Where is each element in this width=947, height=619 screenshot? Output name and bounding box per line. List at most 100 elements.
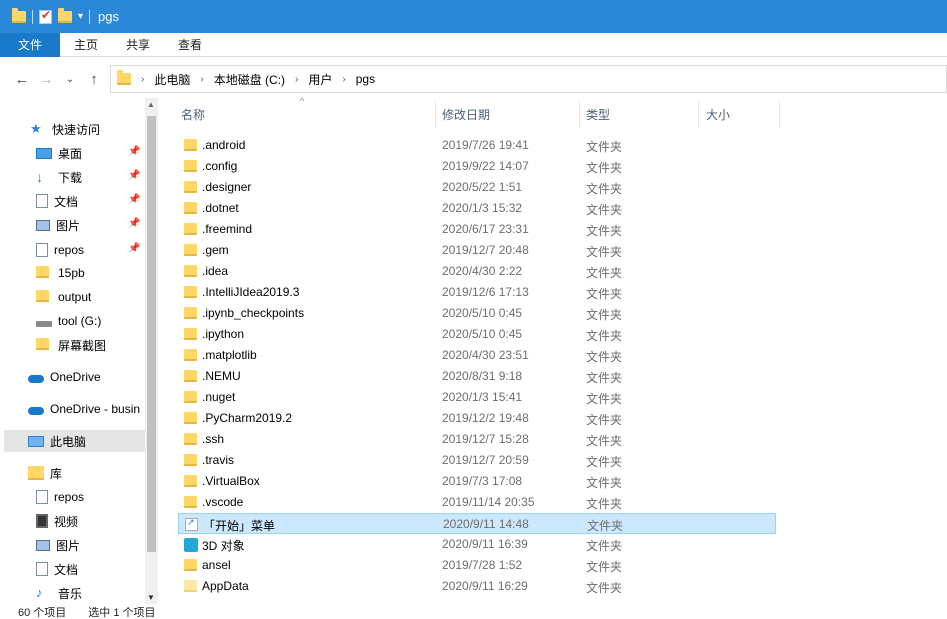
column-header-type[interactable]: 类型 xyxy=(586,101,610,129)
address-bar[interactable]: › 此电脑 › 本地磁盘 (C:) › 用户 › pgs xyxy=(110,65,947,93)
breadcrumb-this-pc[interactable]: 此电脑 xyxy=(154,71,190,88)
sidebar-item-lib-pictures[interactable]: 图片 xyxy=(36,534,158,556)
window-title: pgs xyxy=(98,9,119,24)
file-type: 文件夹 xyxy=(586,413,623,427)
sidebar-item-onedrive-business[interactable]: OneDrive - busin xyxy=(28,398,145,420)
tab-home[interactable]: 主页 xyxy=(60,33,112,57)
sidebar-item-repos[interactable]: repos 📌 xyxy=(36,239,158,261)
file-row[interactable]: .gem 2019/12/7 20:48 文件夹 xyxy=(178,240,776,261)
file-name: 3D 对象 xyxy=(202,539,245,553)
sidebar-scrollbar[interactable]: ▲ ▼ xyxy=(145,98,158,604)
file-row[interactable]: ansel 2019/7/28 1:52 文件夹 xyxy=(178,555,776,576)
file-modified-date: 2019/7/26 19:41 xyxy=(442,138,529,152)
file-modified-date: 2019/9/22 14:07 xyxy=(442,159,529,173)
file-modified-date: 2020/9/11 14:48 xyxy=(443,517,529,531)
sidebar-item-music[interactable]: ♪ 音乐 xyxy=(36,582,158,604)
scroll-up-arrow-icon[interactable]: ▲ xyxy=(147,100,155,109)
file-row[interactable]: .android 2019/7/26 19:41 文件夹 xyxy=(178,135,776,156)
sidebar-item-tool-drive[interactable]: tool (G:) xyxy=(36,310,158,332)
sidebar-item-lib-documents[interactable]: 文档 xyxy=(36,558,158,580)
file-type: 文件夹 xyxy=(586,434,623,448)
file-list: .android 2019/7/26 19:41 文件夹 .config 2019/9/… xyxy=(178,135,947,605)
sidebar-item-desktop[interactable]: 桌面 📌 xyxy=(36,142,158,164)
sidebar-item-15pb[interactable]: 15pb xyxy=(36,262,158,284)
new-folder-icon[interactable] xyxy=(58,7,72,23)
chevron-right-icon[interactable]: › xyxy=(342,74,345,85)
file-row[interactable]: .NEMU 2020/8/31 9:18 文件夹 xyxy=(178,366,776,387)
column-divider[interactable] xyxy=(435,101,436,129)
breadcrumb-users[interactable]: 用户 xyxy=(308,71,332,88)
drive-icon xyxy=(36,321,52,327)
forward-arrow-icon[interactable]: → xyxy=(34,71,58,88)
file-row[interactable]: AppData 2020/9/11 16:29 文件夹 xyxy=(178,576,776,597)
file-modified-date: 2019/12/6 17:13 xyxy=(442,285,529,299)
customize-toolbar-dropdown-icon[interactable]: ▾ xyxy=(78,11,83,22)
chevron-right-icon[interactable]: › xyxy=(295,74,298,85)
file-row[interactable]: .VirtualBox 2019/7/3 17:08 文件夹 xyxy=(178,471,776,492)
file-row[interactable]: .vscode 2019/11/14 20:35 文件夹 xyxy=(178,492,776,513)
sidebar-item-downloads[interactable]: ↓ 下载 📌 xyxy=(36,166,158,188)
file-modified-date: 2019/7/28 1:52 xyxy=(442,558,523,572)
file-row[interactable]: 3D 对象 2020/9/11 16:39 文件夹 xyxy=(178,534,776,555)
document-icon xyxy=(36,490,48,504)
folder-icon xyxy=(184,307,197,322)
chevron-right-icon[interactable]: › xyxy=(200,74,203,85)
file-row[interactable]: .ssh 2019/12/7 15:28 文件夹 xyxy=(178,429,776,450)
file-row[interactable]: .nuget 2020/1/3 15:41 文件夹 xyxy=(178,387,776,408)
folder-icon xyxy=(184,559,197,574)
sidebar-item-output[interactable]: output xyxy=(36,286,158,308)
column-divider[interactable] xyxy=(698,101,699,129)
sidebar-item-onedrive[interactable]: OneDrive xyxy=(28,366,158,388)
tab-view[interactable]: 查看 xyxy=(164,33,216,57)
properties-icon[interactable] xyxy=(39,8,52,24)
chevron-right-icon[interactable]: › xyxy=(141,74,144,85)
file-row[interactable]: .freemind 2020/6/17 23:31 文件夹 xyxy=(178,219,776,240)
breadcrumb-local-disk[interactable]: 本地磁盘 (C:) xyxy=(214,71,285,88)
file-row[interactable]: .ipython 2020/5/10 0:45 文件夹 xyxy=(178,324,776,345)
sidebar-item-screenshots[interactable]: 屏幕截图 xyxy=(36,334,158,356)
sidebar-item-documents[interactable]: 文档 📌 xyxy=(36,190,158,212)
location-folder-icon xyxy=(117,70,131,85)
file-row[interactable]: 「开始」菜单 2020/9/11 14:48 文件夹 xyxy=(178,513,776,534)
sidebar-item-this-pc[interactable]: 此电脑 xyxy=(4,430,145,452)
navigation-pane: ★ 快速访问 桌面 📌 ↓ 下载 📌 文档 📌 图片 📌 repos 📌 15p… xyxy=(0,98,158,604)
tab-share[interactable]: 共享 xyxy=(112,33,164,57)
sidebar-item-libraries[interactable]: 库 xyxy=(28,462,158,484)
file-type: 文件夹 xyxy=(586,350,623,364)
folder-icon xyxy=(184,412,197,427)
column-header-date[interactable]: 修改日期 xyxy=(442,101,490,129)
scrollbar-thumb[interactable] xyxy=(147,116,156,552)
scroll-down-arrow-icon[interactable]: ▼ xyxy=(147,593,155,602)
column-divider[interactable] xyxy=(779,101,780,129)
file-row[interactable]: .dotnet 2020/1/3 15:32 文件夹 xyxy=(178,198,776,219)
pin-icon: 📌 xyxy=(128,194,141,205)
onedrive-icon xyxy=(28,406,44,415)
file-row[interactable]: .ipynb_checkpoints 2020/5/10 0:45 文件夹 xyxy=(178,303,776,324)
file-type: 文件夹 xyxy=(586,182,623,196)
tab-file[interactable]: 文件 xyxy=(0,33,60,57)
file-row[interactable]: .PyCharm2019.2 2019/12/2 19:48 文件夹 xyxy=(178,408,776,429)
file-row[interactable]: .designer 2020/5/22 1:51 文件夹 xyxy=(178,177,776,198)
sidebar-item-quick-access[interactable]: ★ 快速访问 xyxy=(30,118,158,140)
file-row[interactable]: .travis 2019/12/7 20:59 文件夹 xyxy=(178,450,776,471)
back-arrow-icon[interactable]: ← xyxy=(10,71,34,88)
sidebar-item-label: 此电脑 xyxy=(50,434,87,449)
file-row[interactable]: .IntelliJIdea2019.3 2019/12/6 17:13 文件夹 xyxy=(178,282,776,303)
file-type: 文件夹 xyxy=(586,371,623,385)
sidebar-item-lib-repos[interactable]: repos xyxy=(36,486,158,508)
column-divider[interactable] xyxy=(579,101,580,129)
sidebar-item-pictures[interactable]: 图片 📌 xyxy=(36,214,158,236)
file-row[interactable]: .idea 2020/4/30 2:22 文件夹 xyxy=(178,261,776,282)
sidebar-item-videos[interactable]: 视频 xyxy=(36,510,158,532)
file-row[interactable]: .matplotlib 2020/4/30 23:51 文件夹 xyxy=(178,345,776,366)
recent-locations-chevron-icon[interactable]: ⌄ xyxy=(58,74,82,85)
file-modified-date: 2020/4/30 2:22 xyxy=(442,264,523,278)
folder-icon xyxy=(184,223,197,238)
column-header-size[interactable]: 大小 xyxy=(706,101,730,129)
column-header-name[interactable]: 名称 xyxy=(181,101,205,129)
file-row[interactable]: .config 2019/9/22 14:07 文件夹 xyxy=(178,156,776,177)
breadcrumb-pgs[interactable]: pgs xyxy=(356,72,375,86)
folder-icon xyxy=(12,7,26,23)
up-arrow-icon[interactable]: ↑ xyxy=(82,71,106,88)
file-type: 文件夹 xyxy=(586,203,623,217)
